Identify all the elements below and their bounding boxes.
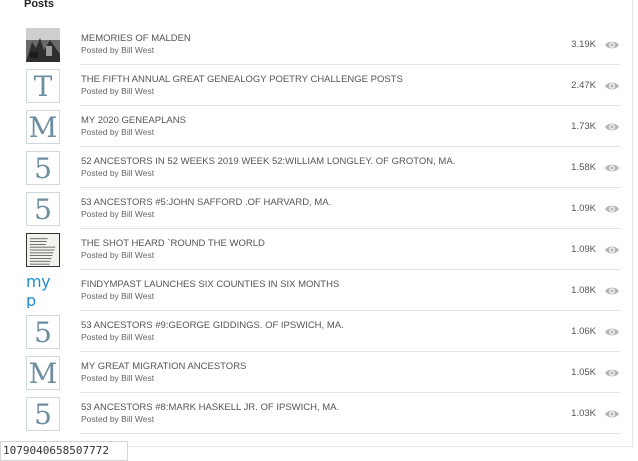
post-item[interactable]: 5 53 ANCESTORS #8:MARK HASKELL JR. OF IPS… — [0, 393, 632, 434]
post-thumbnail[interactable]: 5 — [26, 315, 60, 349]
view-count: 1.05K — [571, 367, 596, 378]
post-item[interactable]: MEMORIES OF MALDEN Posted by Bill West 3.1… — [0, 24, 632, 65]
post-author: Posted by Bill West — [81, 291, 155, 301]
view-count: 1.09K — [571, 244, 596, 255]
post-title[interactable]: 53 ANCESTORS #5:JOHN SAFFORD .OF HARVARD… — [81, 197, 331, 208]
post-item[interactable]: 5 53 ANCESTORS #5:JOHN SAFFORD .OF HARVAR… — [0, 188, 632, 229]
post-thumbnail[interactable]: M — [26, 356, 60, 390]
eye-icon — [604, 79, 620, 91]
post-item[interactable]: THE SHOT HEARD `ROUND THE WORLD Posted by… — [0, 229, 632, 270]
post-title[interactable]: 53 ANCESTORS #9:GEORGE GIDDINGS. OF IPSW… — [81, 320, 344, 331]
post-title[interactable]: MY GREAT MIGRATION ANCESTORS — [81, 361, 246, 372]
post-author: Posted by Bill West — [81, 414, 155, 424]
view-count: 1.06K — [571, 326, 596, 337]
post-author: Posted by Bill West — [81, 86, 155, 96]
post-thumbnail[interactable]: 5 — [26, 192, 60, 226]
eye-icon — [604, 366, 620, 378]
post-thumbnail[interactable]: 5 — [26, 151, 60, 185]
row-divider — [80, 433, 620, 434]
view-count: 1.03K — [571, 408, 596, 419]
post-title[interactable]: MEMORIES OF MALDEN — [81, 33, 191, 44]
eye-icon — [604, 407, 620, 419]
post-author: Posted by Bill West — [81, 332, 155, 342]
post-author: Posted by Bill West — [81, 250, 155, 260]
post-title[interactable]: MY 2020 GENEAPLANS — [81, 115, 186, 126]
eye-icon — [604, 202, 620, 214]
popular-posts-widget: Posts MEMORIES OF MALDEN Posted by Bill W… — [0, 0, 633, 447]
post-item[interactable]: M MY 2020 GENEAPLANS Posted by Bill West 1.… — [0, 106, 632, 147]
eye-icon — [604, 284, 620, 296]
post-thumbnail[interactable]: T — [26, 69, 60, 103]
view-count: 3.19K — [571, 39, 596, 50]
post-thumbnail[interactable] — [26, 233, 60, 267]
post-thumbnail[interactable] — [26, 28, 60, 62]
post-thumbnail[interactable]: M — [26, 110, 60, 144]
post-thumbnail[interactable]: my p — [26, 274, 62, 308]
post-item[interactable]: 5 52 ANCESTORS IN 52 WEEKS 2019 WEEK 52:W… — [0, 147, 632, 188]
eye-icon — [604, 243, 620, 255]
post-author: Posted by Bill West — [81, 45, 155, 55]
post-author: Posted by Bill West — [81, 373, 155, 383]
post-item[interactable]: M MY GREAT MIGRATION ANCESTORS Posted by B… — [0, 352, 632, 393]
post-author: Posted by Bill West — [81, 209, 155, 219]
post-title[interactable]: FINDYMPAST LAUNCHES SIX COUNTIES IN SIX … — [81, 279, 339, 290]
post-thumbnail[interactable]: 5 — [26, 397, 60, 431]
post-author: Posted by Bill West — [81, 127, 155, 137]
post-title[interactable]: THE SHOT HEARD `ROUND THE WORLD — [81, 238, 265, 249]
view-count: 1.73K — [571, 121, 596, 132]
eye-icon — [604, 38, 620, 50]
post-author: Posted by Bill West — [81, 168, 155, 178]
post-title[interactable]: THE FIFTH ANNUAL GREAT GENEALOGY POETRY … — [81, 74, 403, 85]
post-title[interactable]: 52 ANCESTORS IN 52 WEEKS 2019 WEEK 52:WI… — [81, 156, 455, 167]
widget-title: Posts — [24, 0, 54, 10]
view-count: 1.09K — [571, 203, 596, 214]
post-item[interactable]: my p FINDYMPAST LAUNCHES SIX COUNTIES IN … — [0, 270, 632, 311]
eye-icon — [604, 325, 620, 337]
view-count: 1.08K — [571, 285, 596, 296]
post-title[interactable]: 53 ANCESTORS #8:MARK HASKELL JR. OF IPSW… — [81, 402, 339, 413]
view-count: 2.47K — [571, 80, 596, 91]
post-list: MEMORIES OF MALDEN Posted by Bill West 3.1… — [0, 24, 632, 434]
page-fragment-text: 1079040658507772 — [0, 441, 128, 461]
post-item[interactable]: T THE FIFTH ANNUAL GREAT GENEALOGY POETRY… — [0, 65, 632, 106]
post-item[interactable]: 5 53 ANCESTORS #9:GEORGE GIDDINGS. OF IPS… — [0, 311, 632, 352]
view-count: 1.58K — [571, 162, 596, 173]
eye-icon — [604, 120, 620, 132]
eye-icon — [604, 161, 620, 173]
